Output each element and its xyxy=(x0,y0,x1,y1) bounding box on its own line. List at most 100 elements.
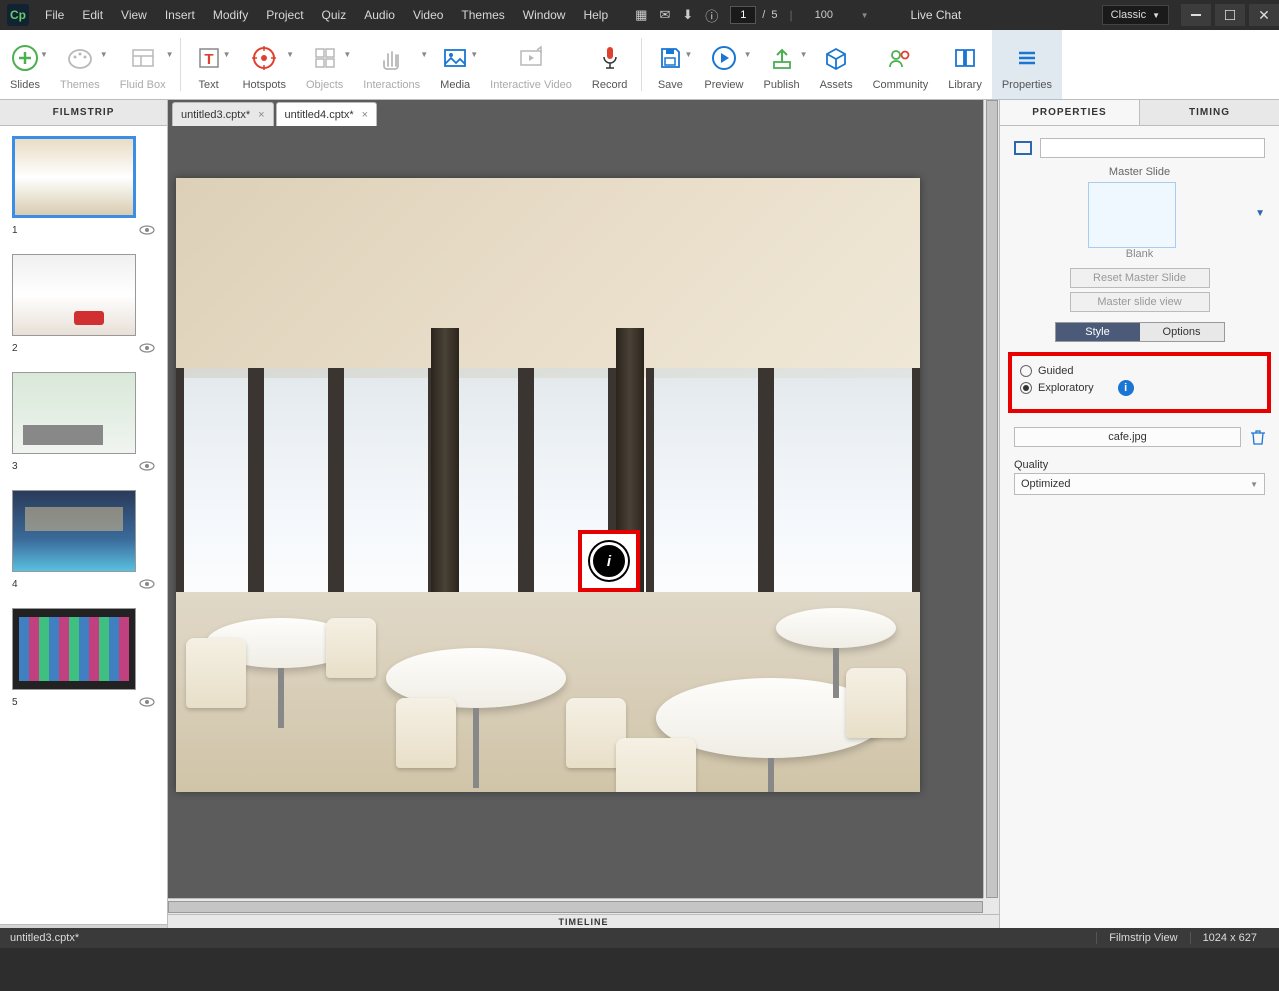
toolbar-record[interactable]: Record xyxy=(582,30,637,99)
filmstrip-panel: FILMSTRIP 1 2 3 4 5 xyxy=(0,100,168,928)
play-icon xyxy=(710,39,738,77)
background-file-input[interactable] xyxy=(1014,427,1241,447)
toolbar-hotspots[interactable]: Hotspots▼ xyxy=(233,30,296,99)
radio-exploratory[interactable] xyxy=(1020,382,1032,394)
menu-edit[interactable]: Edit xyxy=(73,0,112,30)
master-slide-dropdown[interactable]: ▼ xyxy=(1255,208,1265,219)
radio-guided[interactable] xyxy=(1020,365,1032,377)
toolbar-label: Media xyxy=(440,79,470,91)
mail-icon[interactable]: ✉ xyxy=(659,7,670,23)
thumb-number: 3 xyxy=(12,461,18,472)
filmstrip-thumb[interactable] xyxy=(12,490,136,572)
zoom-input[interactable] xyxy=(815,6,855,24)
tab-style[interactable]: Style xyxy=(1056,323,1140,341)
master-slide-thumb[interactable] xyxy=(1088,182,1176,248)
slide-name-input[interactable] xyxy=(1040,138,1265,158)
properties-panel: PROPERTIES TIMING Master Slide ▼ Blank R… xyxy=(999,100,1279,928)
close-button[interactable]: ✕ xyxy=(1249,4,1279,26)
menu-file[interactable]: File xyxy=(36,0,73,30)
tab-close-icon[interactable]: × xyxy=(258,109,264,121)
thumb-number: 2 xyxy=(12,343,18,354)
radio-exploratory-row[interactable]: Exploratory i xyxy=(1020,380,1259,396)
toolbar-publish[interactable]: Publish▼ xyxy=(753,30,809,99)
statusbar: untitled3.cptx* Filmstrip View 1024 x 62… xyxy=(0,928,1279,948)
menu-help[interactable]: Help xyxy=(574,0,617,30)
toolbar-label: Record xyxy=(592,79,627,91)
document-tab[interactable]: untitled3.cptx*× xyxy=(172,102,274,126)
toolbar-media[interactable]: Media▼ xyxy=(430,30,480,99)
menu-project[interactable]: Project xyxy=(257,0,312,30)
tab-close-icon[interactable]: × xyxy=(362,109,368,121)
menu-window[interactable]: Window xyxy=(514,0,575,30)
chevron-down-icon: ▼ xyxy=(40,50,48,59)
eye-icon[interactable] xyxy=(139,342,155,354)
tab-options[interactable]: Options xyxy=(1140,323,1224,341)
filmstrip-thumb[interactable] xyxy=(12,372,136,454)
toolbar-text[interactable]: TText▼ xyxy=(185,30,233,99)
horizontal-scrollbar[interactable] xyxy=(168,898,983,914)
toolbar-objects: Objects▼ xyxy=(296,30,353,99)
menu-audio[interactable]: Audio xyxy=(355,0,404,30)
book-icon xyxy=(951,39,979,77)
workspace-dropdown[interactable]: Classic ▼ xyxy=(1102,5,1169,25)
toolbar-assets[interactable]: Assets xyxy=(810,30,863,99)
toolbar-save[interactable]: Save▼ xyxy=(646,30,694,99)
maximize-button[interactable] xyxy=(1215,4,1245,26)
filmstrip-resize-handle[interactable] xyxy=(0,924,167,928)
info-icon[interactable]: ⓘ xyxy=(705,6,718,25)
chevron-down-icon: ▼ xyxy=(343,50,351,59)
document-tab[interactable]: untitled4.cptx*× xyxy=(276,102,378,126)
filmstrip-thumb[interactable] xyxy=(12,136,136,218)
toolbar-community[interactable]: Community xyxy=(863,30,939,99)
document-tabs: untitled3.cptx*×untitled4.cptx*× xyxy=(168,100,377,126)
radio-exploratory-label: Exploratory xyxy=(1038,382,1094,394)
minimize-button[interactable] xyxy=(1181,4,1211,26)
eye-icon[interactable] xyxy=(139,460,155,472)
toolbar-library[interactable]: Library xyxy=(938,30,992,99)
toolbar-label: Community xyxy=(873,79,929,91)
menu-themes[interactable]: Themes xyxy=(452,0,513,30)
eye-icon[interactable] xyxy=(139,578,155,590)
page-current-input[interactable] xyxy=(730,6,756,24)
eye-icon[interactable] xyxy=(139,696,155,708)
toolbar-label: Themes xyxy=(60,79,100,91)
vertical-scrollbar[interactable] xyxy=(983,100,999,898)
slide-canvas[interactable]: i xyxy=(176,178,920,792)
chevron-down-icon: ▼ xyxy=(744,50,752,59)
chevron-down-icon: ▼ xyxy=(286,50,294,59)
layout-icon[interactable]: ▦ xyxy=(635,7,647,23)
radio-guided-row[interactable]: Guided xyxy=(1020,365,1259,377)
filmstrip-thumb[interactable] xyxy=(12,608,136,690)
quality-value: Optimized xyxy=(1021,478,1071,490)
menu-view[interactable]: View xyxy=(112,0,156,30)
master-view-button[interactable]: Master slide view xyxy=(1070,292,1210,312)
hotspot-marker[interactable]: i xyxy=(578,530,640,592)
download-icon[interactable]: ⬇ xyxy=(682,7,693,23)
toolbar-preview[interactable]: Preview▼ xyxy=(694,30,753,99)
timeline-header[interactable]: TIMELINE xyxy=(168,914,999,928)
menu-quiz[interactable]: Quiz xyxy=(313,0,356,30)
delete-background-icon[interactable] xyxy=(1251,429,1265,445)
toolbar-slides[interactable]: Slides▼ xyxy=(0,30,50,99)
eye-icon[interactable] xyxy=(139,224,155,236)
info-badge-icon[interactable]: i xyxy=(1118,380,1134,396)
thumb-number: 4 xyxy=(12,579,18,590)
menubar: Cp FileEditViewInsertModifyProjectQuizAu… xyxy=(0,0,1279,30)
palette-icon xyxy=(66,39,94,77)
menu-modify[interactable]: Modify xyxy=(204,0,257,30)
zoom-indicator[interactable]: ▼ xyxy=(815,6,869,24)
quality-dropdown[interactable]: Optimized ▼ xyxy=(1014,473,1265,495)
grid-icon xyxy=(311,39,339,77)
reset-master-button[interactable]: Reset Master Slide xyxy=(1070,268,1210,288)
menu-insert[interactable]: Insert xyxy=(156,0,204,30)
filmstrip-thumb[interactable] xyxy=(12,254,136,336)
tab-timing[interactable]: TIMING xyxy=(1139,100,1279,125)
filmstrip-header: FILMSTRIP xyxy=(0,100,167,126)
thumb-number: 5 xyxy=(12,697,18,708)
tab-properties[interactable]: PROPERTIES xyxy=(1000,100,1139,125)
thumb-number: 1 xyxy=(12,225,18,236)
menu-video[interactable]: Video xyxy=(404,0,452,30)
live-chat-link[interactable]: Live Chat xyxy=(911,8,962,22)
toolbar-themes: Themes▼ xyxy=(50,30,110,99)
toolbar-properties[interactable]: Properties xyxy=(992,30,1062,99)
